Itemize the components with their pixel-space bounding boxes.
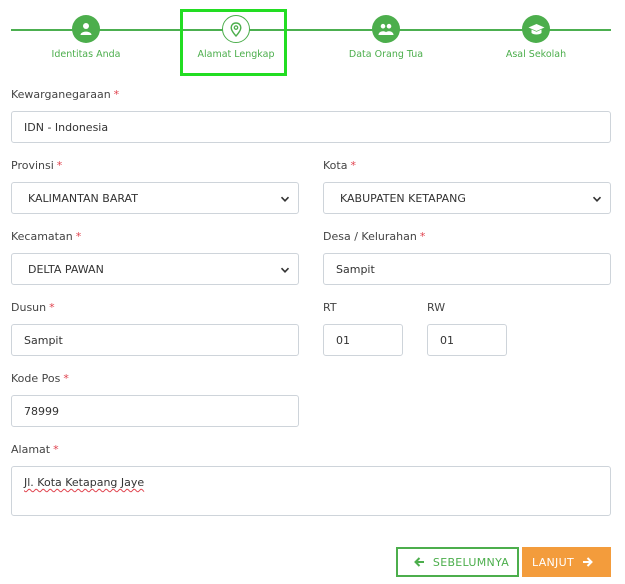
rw-input[interactable]: 01 [427,324,507,356]
select-value: KABUPATEN KETAPANG [340,191,466,205]
label-text: Desa / Kelurahan [323,230,417,243]
required-asterisk: * [350,159,356,172]
users-icon [372,15,400,43]
required-asterisk: * [56,159,63,172]
required-asterisk: * [49,301,55,314]
desa-input[interactable]: Sampit [323,253,611,285]
arrow-left-icon [413,557,424,567]
required-asterisk: * [63,372,69,385]
kode-pos-input[interactable]: 78999 [11,395,299,427]
dusun-input[interactable]: Sampit [11,324,299,356]
chevron-down-icon [280,267,290,273]
label-text: Kewarganegaraan [11,88,111,101]
label-text: Dusun [11,301,47,314]
input-value: Sampit [336,262,375,276]
input-value: 78999 [24,404,59,418]
kode-pos-label: Kode Pos * [11,372,69,385]
arrow-right-icon [582,557,593,567]
kota-select[interactable]: KABUPATEN KETAPANG [323,182,611,214]
label-text: RW [427,301,446,314]
label-text: Alamat [11,443,51,456]
required-asterisk: * [53,443,59,456]
step-identitas-anda[interactable]: Identitas Anda [11,0,161,80]
step-label: Asal Sekolah [505,49,567,60]
step-asal-sekolah[interactable]: Asal Sekolah [461,0,611,80]
next-button[interactable]: LANJUT [522,547,611,577]
rw-label: RW [427,301,445,314]
input-value: 01 [336,333,350,347]
input-value: Sampit [24,333,63,347]
required-asterisk: * [419,230,426,243]
step-data-orang-tua[interactable]: Data Orang Tua [311,0,461,80]
rt-input[interactable]: 01 [323,324,403,356]
kewarganegaraan-label: Kewarganegaraan * [11,88,119,101]
user-icon [72,15,100,43]
label-text: Kode Pos [11,372,61,385]
kecamatan-select[interactable]: DELTA PAWAN [11,253,299,285]
input-value: 01 [440,333,454,347]
graduation-cap-icon [522,15,550,43]
select-value: KALIMANTAN BARAT [28,191,138,205]
chevron-down-icon [280,196,290,202]
step-label: Data Orang Tua [348,49,424,60]
provinsi-label: Provinsi * [11,159,62,172]
textarea-value: Jl. Kota Ketapang Jaye [24,476,145,489]
label-text: Provinsi [11,159,54,172]
step-label: Identitas Anda [51,49,121,60]
desa-label: Desa / Kelurahan * [323,230,425,243]
button-label: LANJUT [532,555,574,569]
rt-label: RT [323,301,337,314]
required-asterisk: * [75,230,82,243]
progress-stepper: Identitas Anda Alamat Lengkap Data Orang… [0,0,625,80]
required-asterisk: * [113,88,120,101]
label-text: Kota [323,159,348,172]
kewarganegaraan-input[interactable]: IDN - Indonesia [11,111,611,143]
alamat-label: Alamat * [11,443,59,456]
kecamatan-label: Kecamatan * [11,230,81,243]
select-value: DELTA PAWAN [28,262,104,276]
provinsi-select[interactable]: KALIMANTAN BARAT [11,182,299,214]
label-text: Kecamatan [11,230,73,243]
dusun-label: Dusun * [11,301,55,314]
button-label: SEBELUMNYA [432,555,510,569]
alamat-textarea[interactable]: Jl. Kota Ketapang Jaye [11,466,611,516]
active-step-highlight [180,9,287,76]
input-value: IDN - Indonesia [24,120,109,134]
label-text: RT [323,301,337,314]
previous-button[interactable]: SEBELUMNYA [396,547,519,577]
chevron-down-icon [592,196,602,202]
kota-label: Kota * [323,159,356,172]
